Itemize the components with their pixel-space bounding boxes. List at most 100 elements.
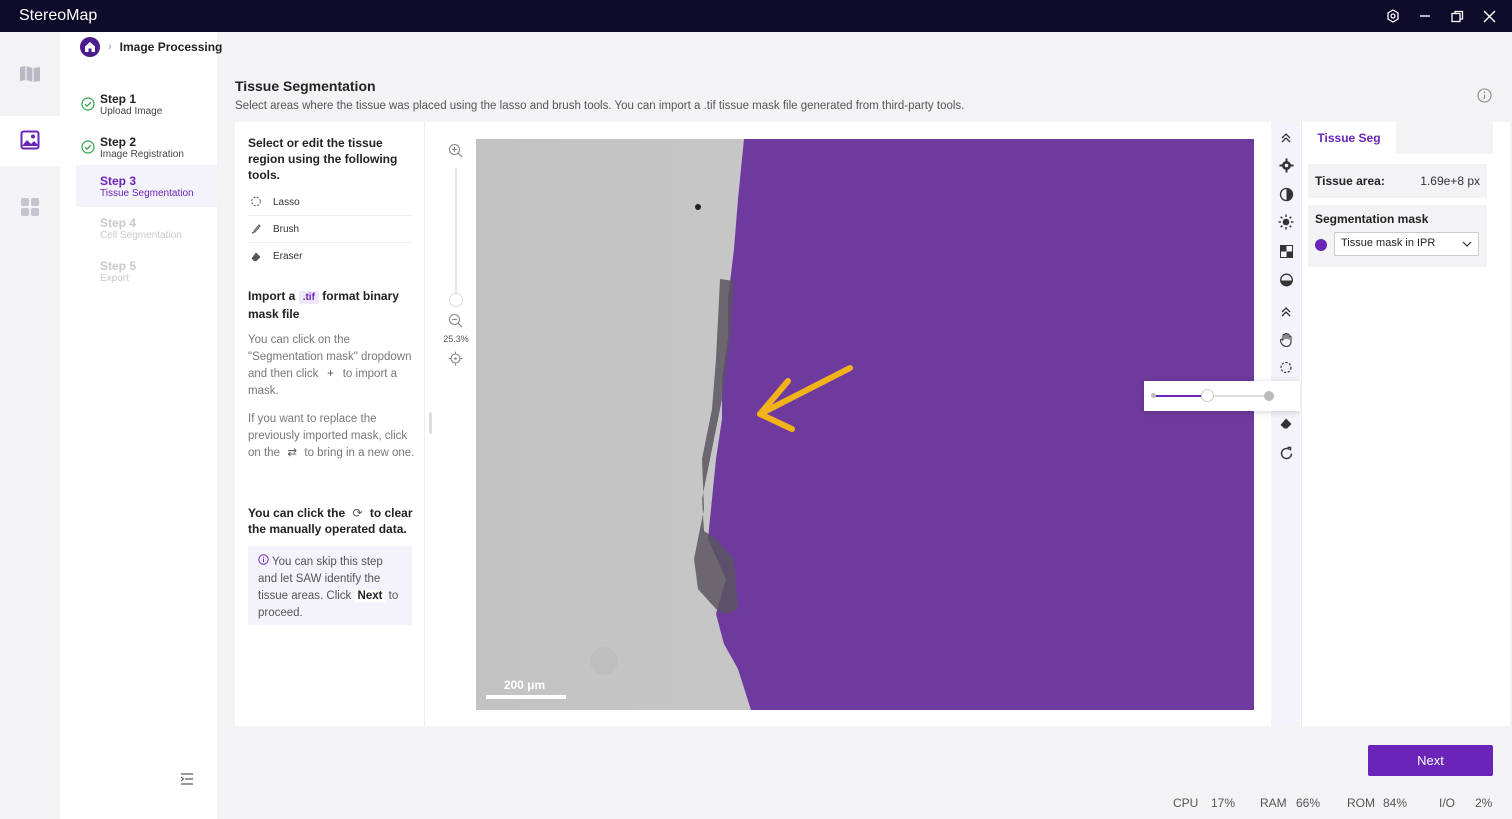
tab-tissue-seg[interactable]: Tissue Seg xyxy=(1302,122,1396,154)
step-cell-segmentation: Step 4 Cell Segmentation xyxy=(76,207,217,249)
segmentation-mask-select[interactable]: Tissue mask in IPR xyxy=(1334,232,1479,256)
tool-label: Brush xyxy=(273,223,300,235)
collapse-sidebar-icon[interactable] xyxy=(179,771,195,787)
chevron-down-icon xyxy=(1462,239,1472,249)
image-icon xyxy=(20,130,40,153)
tissue-area-value: 1.69e+8 px xyxy=(1420,174,1480,188)
scale-label: 200 μm xyxy=(503,678,546,692)
brush-min-dot xyxy=(1151,393,1156,398)
rail-item-image-processing[interactable] xyxy=(0,116,60,166)
brush-size-thumb[interactable] xyxy=(1201,389,1215,402)
step-upload-image[interactable]: Step 1 Upload Image xyxy=(76,86,217,128)
settings-gear-icon[interactable] xyxy=(1278,157,1294,173)
hand-pan-icon[interactable] xyxy=(1278,331,1294,347)
segmentation-mask-box: Segmentation mask Tissue mask in IPR xyxy=(1308,205,1487,267)
title-bar: StereoMap xyxy=(0,0,1512,32)
import-instructions: You can click on the "Segmentation mask"… xyxy=(248,334,412,397)
brush-icon xyxy=(248,223,264,235)
tool-row-brush: Brush xyxy=(248,216,413,243)
next-button[interactable]: Next xyxy=(1368,745,1493,776)
brush-size-fill xyxy=(1154,395,1208,397)
rail-item-apps[interactable] xyxy=(0,183,60,233)
locate-icon[interactable] xyxy=(448,351,464,367)
tool-row-lasso: Lasso xyxy=(248,189,413,216)
apps-grid-icon xyxy=(20,197,40,220)
map-icon xyxy=(19,65,41,86)
nav-rail xyxy=(0,32,60,819)
breadcrumb-current: Image Processing xyxy=(119,40,223,54)
cpu-label: CPU xyxy=(1173,796,1199,810)
step-subtitle: Upload Image xyxy=(100,106,163,117)
zoom-slider-thumb[interactable] xyxy=(449,293,463,307)
step-title: Step 5 xyxy=(100,259,137,273)
swap-icon: ⇄ xyxy=(287,447,297,459)
home-icon[interactable] xyxy=(80,37,100,57)
check-circle-icon xyxy=(81,140,95,154)
step-subtitle: Tissue Segmentation xyxy=(100,188,194,199)
collapse-up-icon[interactable] xyxy=(1278,130,1294,146)
minimize-icon[interactable] xyxy=(1416,7,1434,25)
info-icon[interactable] xyxy=(1477,88,1493,104)
breadcrumb-separator-icon: › xyxy=(108,41,112,53)
rom-value: 84% xyxy=(1383,796,1408,810)
instructions-heading: Select or edit the tissue region using t… xyxy=(248,136,398,182)
info-circle-icon xyxy=(258,554,272,568)
opacity-drop-icon[interactable] xyxy=(1278,271,1294,287)
annotation-arrow-left xyxy=(757,365,853,432)
restore-icon[interactable] xyxy=(1448,7,1466,25)
column-divider xyxy=(424,122,425,726)
step-title: Step 3 xyxy=(100,174,137,188)
step-subtitle: Image Registration xyxy=(100,149,184,160)
close-icon[interactable] xyxy=(1480,7,1498,25)
settings-icon[interactable] xyxy=(1384,7,1402,25)
step-title: Step 1 xyxy=(100,92,137,106)
step-title: Step 2 xyxy=(100,135,137,149)
clear-instructions: You can click the ⟳ to clear the manuall… xyxy=(248,506,413,536)
zoom-slider-track[interactable] xyxy=(455,168,457,300)
io-value: 2% xyxy=(1475,796,1493,810)
tool-row-eraser: Eraser xyxy=(248,243,413,270)
app-title: StereoMap xyxy=(19,7,98,24)
scale-bar: 200 μm xyxy=(483,678,566,702)
step-title: Step 4 xyxy=(100,216,137,230)
window-controls xyxy=(1384,0,1498,32)
page-description: Select areas where the tissue was placed… xyxy=(235,100,965,112)
rail-item-map[interactable] xyxy=(0,50,60,100)
tip-next-label: Next xyxy=(354,590,386,602)
plus-icon: + xyxy=(327,368,334,380)
tool-label: Lasso xyxy=(273,196,300,208)
rom-label: ROM xyxy=(1347,796,1375,810)
checkerboard-icon[interactable] xyxy=(1278,243,1294,259)
step-tissue-segmentation[interactable]: Step 3 Tissue Segmentation xyxy=(76,165,217,207)
check-circle-icon xyxy=(81,97,95,111)
segmentation-mask-heading: Segmentation mask xyxy=(1315,212,1429,226)
step-subtitle: Cell Segmentation xyxy=(100,230,182,241)
lasso-icon xyxy=(248,196,264,208)
reset-tool-icon[interactable] xyxy=(1278,445,1294,461)
resize-handle[interactable] xyxy=(429,412,432,434)
io-label: I/O xyxy=(1439,796,1456,810)
step-export: Step 5 Export xyxy=(76,250,217,292)
tool-label: Eraser xyxy=(273,251,303,262)
brightness-icon[interactable] xyxy=(1278,214,1294,230)
mask-color-dot xyxy=(1315,239,1327,251)
import-heading: Import a .tif format binary mask file xyxy=(248,289,399,321)
reset-icon: ⟳ xyxy=(352,506,363,520)
zoom-level: 25.3% xyxy=(443,334,469,344)
collapse-up-icon[interactable] xyxy=(1278,304,1294,320)
ram-label: RAM xyxy=(1260,796,1287,810)
brush-max-dot xyxy=(1264,391,1274,401)
zoom-in-icon[interactable] xyxy=(448,143,464,159)
replace-instructions: If you want to replace the previously im… xyxy=(248,411,418,462)
tif-tag: .tif xyxy=(298,291,319,304)
breadcrumb: › Image Processing xyxy=(80,37,222,57)
contrast-icon[interactable] xyxy=(1278,186,1294,202)
tip-box: You can skip this step and let SAW ident… xyxy=(248,546,412,625)
zoom-out-icon[interactable] xyxy=(448,313,464,329)
tissue-image-viewer[interactable] xyxy=(476,139,1254,710)
scale-line xyxy=(486,695,566,699)
brush-size-popover xyxy=(1144,381,1300,411)
page-title: Tissue Segmentation xyxy=(235,78,376,94)
step-subtitle: Export xyxy=(100,273,129,284)
mask-select-value: Tissue mask in IPR xyxy=(1341,237,1436,249)
